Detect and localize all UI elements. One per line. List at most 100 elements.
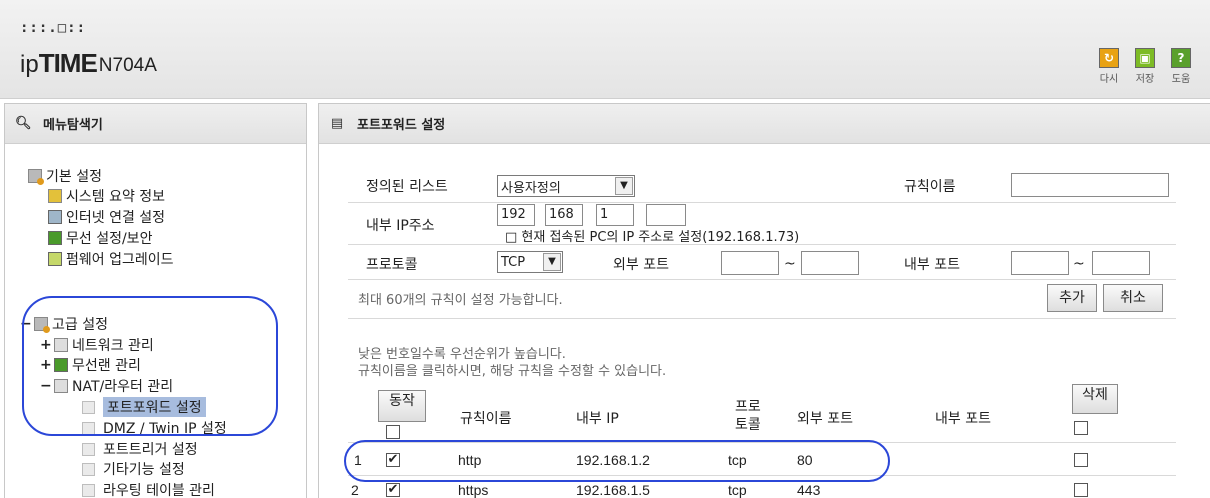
row-divider <box>348 442 1176 443</box>
page-icon <box>82 400 95 414</box>
reload-icon: ↻ <box>1099 48 1119 68</box>
tree-item-label: 시스템 요약 정보 <box>66 189 166 205</box>
max-rules-note: 최대 60개의 규칙이 설정 가능합니다. <box>358 293 563 308</box>
tree-item-routing-table[interactable]: 라우팅 테이블 관리 <box>82 481 215 498</box>
protocol-label: 프로토콜 <box>366 257 418 273</box>
tree-item-port-trigger[interactable]: 포트트리거 설정 <box>82 440 198 458</box>
cancel-button[interactable]: 취소 <box>1103 284 1163 312</box>
internal-port-start[interactable] <box>1011 251 1069 275</box>
tree-item-system-summary[interactable]: 시스템 요약 정보 <box>48 187 165 205</box>
rule-internal-ip: 192.168.1.5 <box>576 482 650 498</box>
save-button[interactable]: ▣ 저장 <box>1130 48 1160 85</box>
tree-item-firmware-upgrade[interactable]: 펌웨어 업그레이드 <box>48 250 174 268</box>
help-button[interactable]: ? 도움 <box>1166 48 1196 85</box>
folder-icon <box>34 317 50 333</box>
delete-button[interactable]: 삭제 <box>1072 384 1118 414</box>
reload-button[interactable]: ↻ 다시 <box>1094 48 1124 85</box>
col-rule-name: 규칙이름 <box>460 411 512 427</box>
ip-octet-2[interactable]: 168 <box>545 204 583 226</box>
help-icon: ? <box>1171 48 1191 68</box>
logo-ip: ip <box>20 51 39 78</box>
logo-dots: :::.□:: <box>20 20 87 36</box>
ip-octet-3[interactable]: 1 <box>596 204 634 226</box>
use-current-pc-ip-checkbox[interactable]: □ 현재 접속된 PC의 IP 주소로 설정(192.168.1.73) <box>505 226 799 245</box>
delete-all-checkbox[interactable] <box>1074 421 1088 435</box>
menu-explorer-title: 메뉴탐색기 <box>43 118 103 133</box>
rule-delete-checkbox[interactable] <box>1074 483 1088 497</box>
rule-enable-checkbox[interactable]: ✔ <box>386 483 400 497</box>
defined-list-label: 정의된 리스트 <box>366 179 448 195</box>
ip-octet-1[interactable]: 192 <box>497 204 535 226</box>
page-icon <box>82 483 95 497</box>
row-divider <box>348 279 1176 280</box>
row-divider <box>348 202 1176 203</box>
action-button[interactable]: 동작 <box>378 390 426 422</box>
tree-advanced-settings[interactable]: − 고급 설정 <box>20 315 108 333</box>
col-protocol-line1: 프로 <box>735 399 761 415</box>
internal-ip-label: 내부 IP주소 <box>366 218 435 234</box>
tilde: ~ <box>1073 256 1085 272</box>
collapse-icon[interactable]: − <box>20 316 32 332</box>
ip-octet-4[interactable] <box>646 204 686 226</box>
page-title: 포트포워드 설정 <box>357 118 446 133</box>
rule-name-input[interactable] <box>1011 173 1169 197</box>
header-bar: :::.□:: ip TIME N704A ↻ 다시 ▣ 저장 ? 도움 <box>0 0 1210 99</box>
rule-delete-checkbox[interactable] <box>1074 453 1088 467</box>
wireless-icon <box>54 358 68 372</box>
tree-basic-settings[interactable]: 기본 설정 <box>28 167 102 185</box>
logo-time: TIME <box>38 48 98 78</box>
wireless-icon <box>48 231 62 245</box>
save-icon: ▣ <box>1135 48 1155 68</box>
row-divider <box>348 318 1176 319</box>
tree-group-network[interactable]: + 네트워크 관리 <box>40 336 154 354</box>
tree-item-label: 기타기능 설정 <box>103 462 185 478</box>
network-icon <box>54 338 68 352</box>
collapse-icon[interactable]: − <box>40 378 52 394</box>
row-divider <box>348 244 1176 245</box>
tree-item-internet-connection[interactable]: 인터넷 연결 설정 <box>48 208 165 226</box>
rule-name-link[interactable]: https <box>458 482 488 498</box>
tree-group-label: 무선랜 관리 <box>72 358 141 374</box>
monitor-icon <box>48 210 62 224</box>
save-label: 저장 <box>1135 74 1155 85</box>
upgrade-icon <box>48 252 62 266</box>
rule-protocol: tcp <box>728 452 747 468</box>
chevron-down-icon: ▼ <box>615 177 633 195</box>
rule-protocol: tcp <box>728 482 747 498</box>
external-port-start[interactable] <box>721 251 779 275</box>
page-icon <box>82 442 95 456</box>
rule-enable-checkbox[interactable]: ✔ <box>386 453 400 467</box>
help-label: 도움 <box>1171 74 1191 85</box>
row-divider <box>348 475 1176 476</box>
external-port-label: 외부 포트 <box>613 257 669 273</box>
add-button[interactable]: 추가 <box>1047 284 1097 312</box>
internal-port-end[interactable] <box>1092 251 1150 275</box>
col-protocol-line2: 토콜 <box>735 417 761 433</box>
content-header: ▤ 포트포워드 설정 <box>319 104 1210 144</box>
tree-item-misc[interactable]: 기타기능 설정 <box>82 460 185 478</box>
expand-icon[interactable]: + <box>40 337 52 353</box>
tree-item-port-forward[interactable]: 포트포워드 설정 <box>82 397 206 417</box>
row-number: 1 <box>354 452 362 468</box>
row-number: 2 <box>351 482 359 498</box>
tree-group-nat[interactable]: − NAT/라우터 관리 <box>40 377 173 395</box>
tree-item-wireless-security[interactable]: 무선 설정/보안 <box>48 229 152 247</box>
folder-icon <box>28 169 44 185</box>
tree-group-wlan[interactable]: + 무선랜 관리 <box>40 356 141 374</box>
tree-item-dmz[interactable]: DMZ / Twin IP 설정 <box>82 419 227 437</box>
protocol-select[interactable]: TCP ▼ <box>497 251 563 273</box>
tilde: ~ <box>784 256 796 272</box>
magnifier-icon: 🔍︎ <box>15 115 32 131</box>
defined-list-select[interactable]: 사용자정의 ▼ <box>497 175 635 197</box>
rule-name-link[interactable]: http <box>458 452 481 468</box>
col-internal-port: 내부 포트 <box>935 411 991 427</box>
defined-list-value: 사용자정의 <box>501 180 561 196</box>
tree-item-label: 무선 설정/보안 <box>66 231 153 247</box>
rule-name-label: 규칙이름 <box>904 179 956 195</box>
external-port-end[interactable] <box>801 251 859 275</box>
expand-icon[interactable]: + <box>40 357 52 373</box>
internal-port-label: 내부 포트 <box>904 257 960 273</box>
tree-item-label: 포트트리거 설정 <box>103 442 198 458</box>
page-icon: ▤ <box>330 115 344 131</box>
select-all-checkbox[interactable] <box>386 425 400 439</box>
